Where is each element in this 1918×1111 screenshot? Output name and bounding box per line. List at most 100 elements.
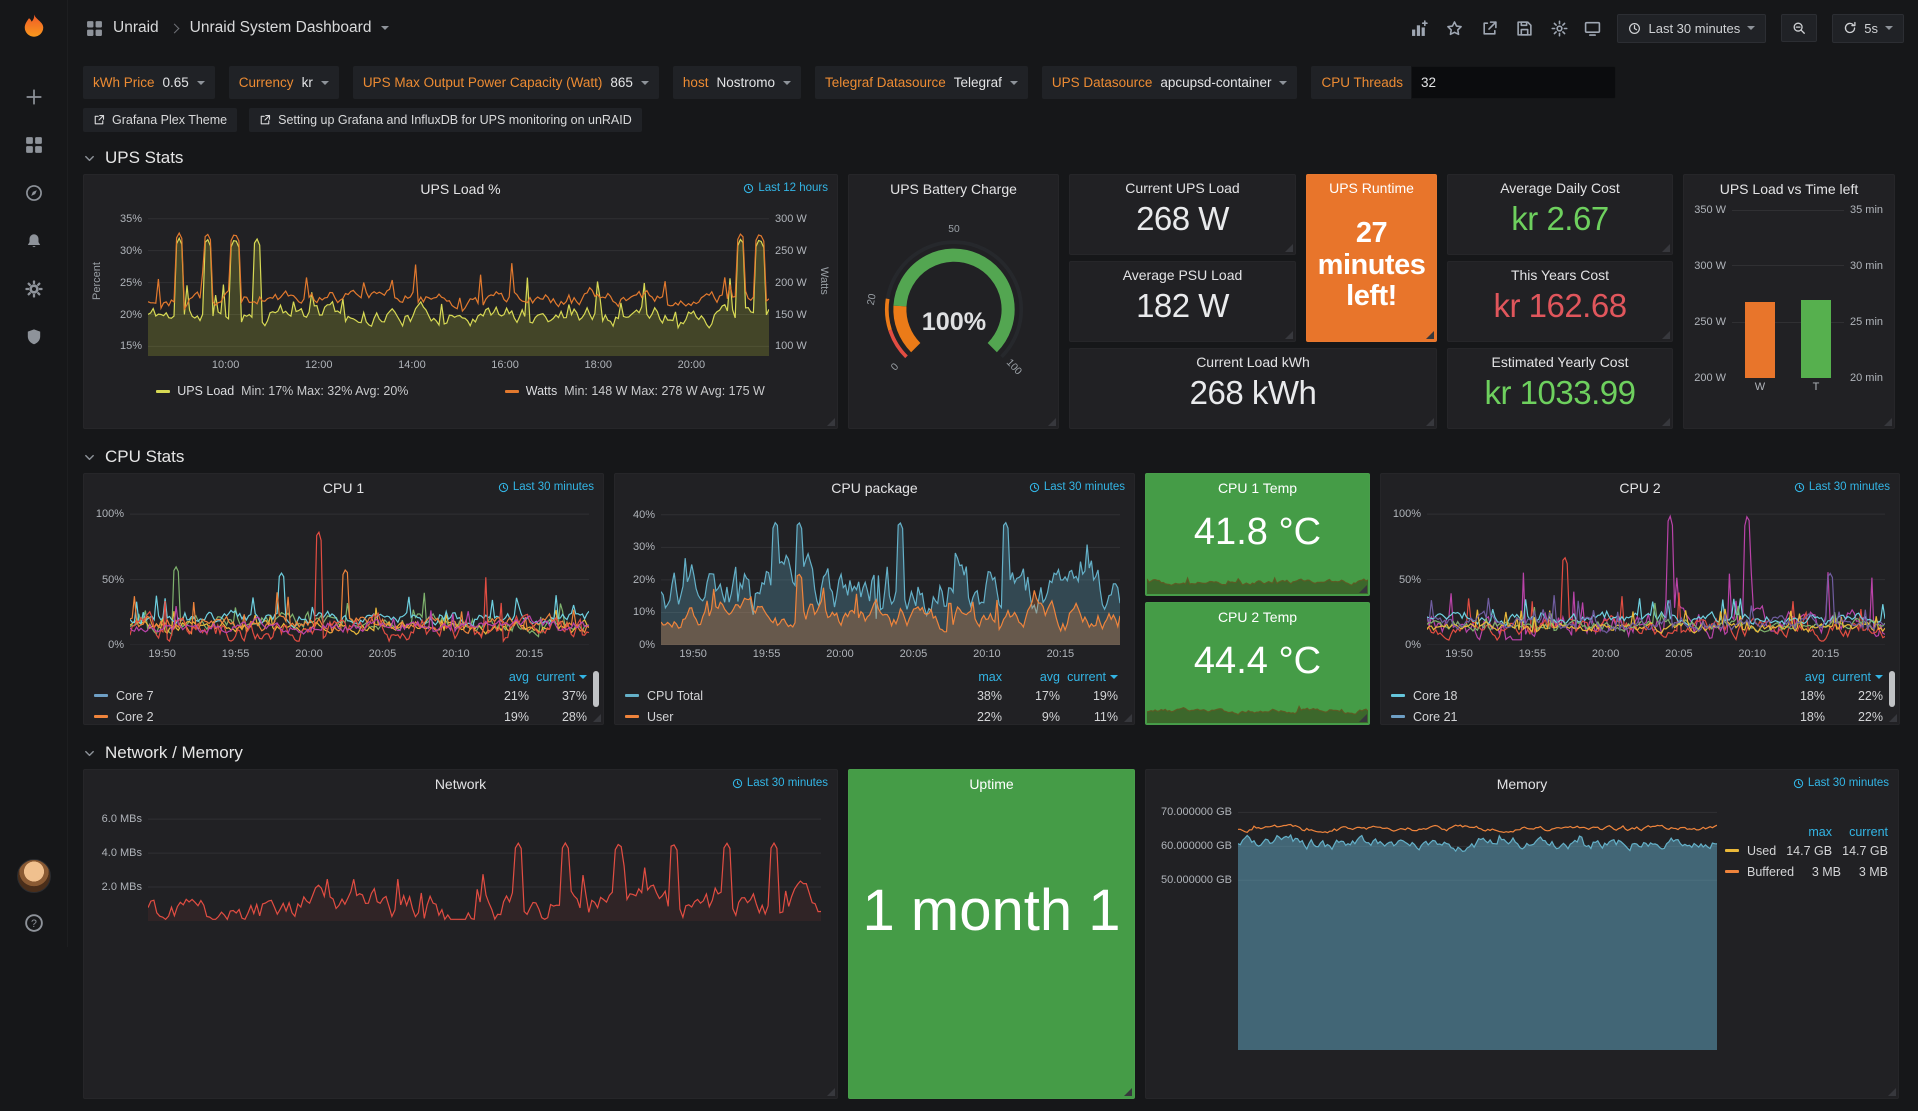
- variable-kwh-price[interactable]: kWh Price 0.65: [83, 66, 215, 99]
- chevron-down-icon[interactable]: [381, 26, 389, 30]
- legend-series-name[interactable]: Core 7: [94, 689, 471, 703]
- help-icon[interactable]: ?: [24, 913, 44, 933]
- legend-scrollbar[interactable]: [593, 671, 599, 707]
- time-series-chart[interactable]: [1238, 809, 1717, 1050]
- star-icon[interactable]: [1446, 20, 1463, 37]
- alerting-bell-icon[interactable]: [25, 232, 43, 250]
- time-series-chart[interactable]: [148, 809, 821, 921]
- panel-timerange[interactable]: Last 30 minutes: [1793, 777, 1889, 789]
- dashboard-link[interactable]: Setting up Grafana and InfluxDB for UPS …: [249, 108, 642, 132]
- legend-series-name[interactable]: User: [625, 710, 944, 724]
- panel-timerange[interactable]: Last 30 minutes: [732, 777, 828, 789]
- time-series-chart[interactable]: [661, 505, 1120, 645]
- cpu-threads-input[interactable]: [1411, 66, 1616, 99]
- legend-col-avg[interactable]: avg: [1767, 670, 1825, 684]
- apps-grid-icon[interactable]: [86, 20, 103, 37]
- share-icon[interactable]: [1481, 20, 1498, 37]
- panel-title[interactable]: CPU package: [831, 480, 917, 496]
- breadcrumb-app[interactable]: Unraid: [113, 19, 159, 37]
- legend-col-avg[interactable]: avg: [1002, 670, 1060, 684]
- legend-series-name[interactable]: Core 2: [94, 710, 471, 724]
- variable-value[interactable]: 865: [610, 75, 633, 90]
- time-range-label: Last 30 minutes: [1648, 21, 1740, 36]
- dashboards-icon[interactable]: [25, 136, 43, 154]
- bar-W[interactable]: [1745, 302, 1775, 378]
- panel-title[interactable]: UPS Load %: [420, 181, 500, 197]
- panel-title[interactable]: Estimated Yearly Cost: [1492, 354, 1629, 370]
- create-icon[interactable]: [25, 88, 43, 106]
- panel-timerange[interactable]: Last 30 minutes: [498, 481, 594, 493]
- tv-cycle-view-icon[interactable]: [1583, 20, 1602, 37]
- panel-title[interactable]: Uptime: [969, 776, 1013, 792]
- panel-title[interactable]: Current Load kWh: [1196, 354, 1310, 370]
- grafana-logo[interactable]: [19, 12, 49, 42]
- refresh-button[interactable]: 5s: [1832, 14, 1904, 43]
- legend-col-avg[interactable]: avg: [471, 670, 529, 684]
- legend-series-name[interactable]: Used: [1725, 844, 1776, 858]
- variable-value[interactable]: 0.65: [163, 75, 189, 90]
- legend-series-name[interactable]: CPU Total: [625, 689, 944, 703]
- legend-item[interactable]: Watts Min: 148 W Max: 278 W Avg: 175 W: [505, 384, 765, 398]
- panel-title[interactable]: Memory: [1497, 776, 1548, 792]
- bar-chart[interactable]: [1732, 210, 1844, 378]
- legend-col-current[interactable]: current: [1825, 670, 1883, 684]
- variable-host[interactable]: host Nostromo: [673, 66, 801, 99]
- variable-value[interactable]: kr: [302, 75, 313, 90]
- legend-scrollbar[interactable]: [1889, 671, 1895, 707]
- section-ups-stats[interactable]: UPS Stats: [83, 142, 1902, 174]
- variable-telegraf-datasource[interactable]: Telegraf Datasource Telegraf: [815, 66, 1028, 99]
- variable-value[interactable]: Nostromo: [716, 75, 775, 90]
- y-tick-label: 100%: [96, 508, 124, 520]
- variable-currency[interactable]: Currency kr: [229, 66, 339, 99]
- save-icon[interactable]: [1516, 20, 1533, 37]
- legend-col-current[interactable]: current: [1832, 825, 1888, 839]
- dashboard-link[interactable]: Grafana Plex Theme: [83, 108, 237, 132]
- panel-title[interactable]: UPS Runtime: [1329, 180, 1414, 196]
- legend-item[interactable]: UPS Load Min: 17% Max: 32% Avg: 20%: [156, 384, 408, 398]
- variable-ups-max-output[interactable]: UPS Max Output Power Capacity (Watt) 865: [353, 66, 659, 99]
- legend-series-name[interactable]: Buffered: [1725, 865, 1794, 879]
- panel-title[interactable]: Network: [435, 776, 486, 792]
- legend-swatch: [94, 715, 108, 718]
- dashboard-settings-gear-icon[interactable]: [1551, 20, 1568, 37]
- add-panel-icon[interactable]: [1411, 20, 1428, 37]
- panel-title[interactable]: Average Daily Cost: [1500, 180, 1620, 196]
- panel-title[interactable]: UPS Battery Charge: [890, 181, 1017, 197]
- panel-title[interactable]: Average PSU Load: [1123, 267, 1243, 283]
- time-series-chart[interactable]: [1427, 505, 1885, 645]
- variable-value[interactable]: apcupsd-container: [1160, 75, 1271, 90]
- bar-T[interactable]: [1801, 300, 1831, 378]
- panel-title[interactable]: CPU 2: [1619, 480, 1660, 496]
- section-network-memory[interactable]: Network / Memory: [83, 737, 1902, 769]
- user-avatar[interactable]: [17, 859, 51, 893]
- panel-title[interactable]: CPU 1: [323, 480, 364, 496]
- time-series-chart[interactable]: [130, 505, 589, 645]
- panel-title[interactable]: CPU 1 Temp: [1218, 480, 1297, 496]
- section-cpu-stats[interactable]: CPU Stats: [83, 441, 1902, 473]
- panel-title[interactable]: Current UPS Load: [1125, 180, 1239, 196]
- legend-series-name[interactable]: UPS Load: [177, 384, 234, 398]
- server-admin-shield-icon[interactable]: [25, 328, 43, 346]
- variable-ups-datasource[interactable]: UPS Datasource apcupsd-container: [1042, 66, 1298, 99]
- panel-title[interactable]: CPU 2 Temp: [1218, 609, 1297, 625]
- panel-timerange[interactable]: Last 30 minutes: [1794, 481, 1890, 493]
- legend-col-current[interactable]: current: [1060, 670, 1118, 684]
- zoom-out-button[interactable]: [1781, 14, 1817, 42]
- dashboard-title[interactable]: Unraid System Dashboard: [190, 19, 372, 37]
- variable-value[interactable]: Telegraf: [954, 75, 1002, 90]
- panel-title[interactable]: UPS Load vs Time left: [1720, 181, 1859, 197]
- explore-icon[interactable]: [25, 184, 43, 202]
- legend-col-current[interactable]: current: [529, 670, 587, 684]
- legend-col-max[interactable]: max: [1776, 825, 1832, 839]
- legend-series-name[interactable]: Core 21: [1391, 710, 1767, 724]
- x-tick-label: 19:55: [753, 648, 781, 660]
- legend-series-name[interactable]: Watts: [526, 384, 557, 398]
- panel-title[interactable]: This Years Cost: [1511, 267, 1609, 283]
- legend-series-name[interactable]: Core 18: [1391, 689, 1767, 703]
- panel-timerange[interactable]: Last 30 minutes: [1029, 481, 1125, 493]
- panel-timerange[interactable]: Last 12 hours: [743, 182, 828, 194]
- legend-col-max[interactable]: max: [944, 670, 1002, 684]
- time-range-picker[interactable]: Last 30 minutes: [1617, 14, 1766, 43]
- configuration-gear-icon[interactable]: [25, 280, 43, 298]
- time-series-chart[interactable]: [148, 206, 769, 356]
